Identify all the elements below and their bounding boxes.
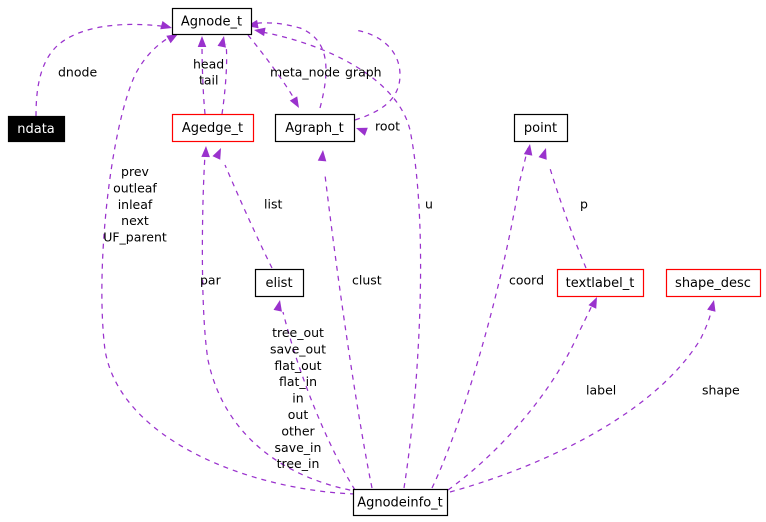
edge-label: meta_node [270,65,340,80]
edge-arrowhead [197,36,207,47]
edge-arrowhead [538,148,547,160]
edge-label: dnode [58,65,97,80]
node-agedge_t[interactable]: Agedge_t [171,113,255,143]
edge-label: coord [509,273,544,288]
edge-agnodeinfo_t-to-textlabel_t [447,297,597,491]
edge-label: clust [352,273,382,288]
node-point[interactable]: point [513,113,569,143]
edge-agedge_t-to-agnode_t [217,36,228,115]
edge-arrowhead [707,300,716,312]
edge-line [324,174,373,489]
edge-line [224,164,273,269]
edges-layer [35,19,716,495]
edge-label: graph [345,65,382,80]
node-label: Agraph_t [285,121,344,136]
edge-arrowhead [273,300,282,312]
edge-ndata-to-agnode_t [35,20,172,117]
edge-arrowhead [317,150,327,162]
node-textlabel_t[interactable]: textlabel_t [556,268,645,298]
node-agnodeinfo_t[interactable]: Agnodeinfo_t [352,488,449,517]
node-shape_desc[interactable]: shape_desc [665,268,762,298]
edge-arrowhead [160,20,172,30]
edge-labels-layer: dnode headtail meta_node graph root prev outle… [58,57,740,471]
node-label: ndata [17,122,55,137]
edge-label: head [193,57,224,72]
edge-line [35,23,169,117]
node-label: Agnode_t [181,15,242,30]
node-label: Agnodeinfo_t [357,496,443,511]
node-agraph_t[interactable]: Agraph_t [274,113,356,143]
node-agnode_t[interactable]: Agnode_t [171,7,253,36]
edge-arrowhead [217,36,226,48]
edge-agnodeinfo_t-to-shape_desc [449,300,716,493]
edge-label: prev outleaf inleaf next UF_parent [103,164,167,245]
edge-line [548,164,587,269]
node-elist[interactable]: elist [254,268,305,298]
collaboration-diagram: dnode head tail meta_node graph root prev outle… [0,0,766,522]
edge-label: par [200,273,222,288]
edge-arrowhead [523,144,533,156]
edge-label: tail [199,73,219,88]
edge-agnodeinfo_t-to-agraph_t [317,150,373,489]
node-ndata[interactable]: ndata [7,115,66,143]
edge-textlabel_t-to-point [538,148,587,269]
edge-line [221,43,228,115]
edge-agnodeinfo_t-to-agnode_t [101,34,356,495]
edge-agnodeinfo_t-to-agnode_t [254,27,422,489]
edge-label: tree_out save_out flat_out flat_in in out othe… [270,325,326,471]
node-label: elist [265,276,292,291]
edge-label: p [580,197,588,212]
node-label: point [524,121,557,136]
edge-agnodeinfo_t-to-point [431,144,533,489]
edge-label: shape [702,383,740,398]
edge-arrowhead [356,127,368,136]
edge-arrowhead [588,297,597,309]
nodes-layer: Agnode_tndata Agedge_t Agraph_t point elist t… [7,7,762,517]
edge-label: u [425,197,433,212]
edge-line [447,302,594,491]
edge-line [101,35,356,495]
edge-label: list [264,197,282,212]
node-label: shape_desc [675,276,751,291]
edge-line [449,307,713,493]
edge-label: label [586,383,616,398]
edge-label: root [375,119,400,134]
node-label: Agedge_t [182,121,243,136]
graph-canvas: dnode headtail meta_node graph root prev outle… [7,7,762,517]
edge-line [431,147,529,489]
node-label: textlabel_t [566,276,635,291]
edge-arrowhead [212,148,221,160]
edge-line [261,31,422,489]
edge-arrowhead [289,96,299,108]
edge-arrowhead [201,146,210,158]
